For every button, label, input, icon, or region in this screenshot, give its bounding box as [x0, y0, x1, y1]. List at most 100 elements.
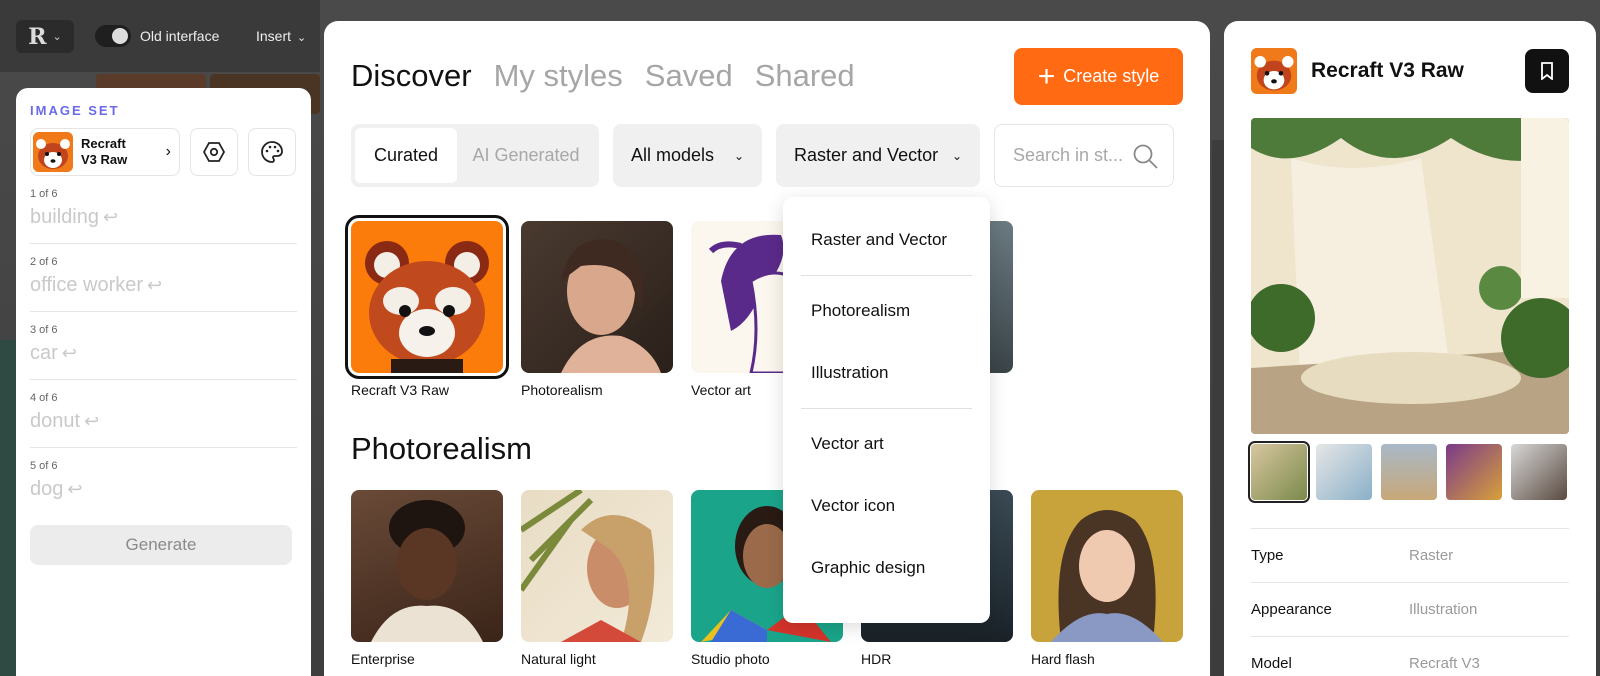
prompt-count: 4 of 6: [30, 392, 58, 404]
palette-icon: [261, 141, 283, 163]
menu-item-vector-icon[interactable]: Vector icon: [801, 475, 972, 537]
prompt-text: building: [30, 206, 99, 228]
woman-portrait-image: [521, 221, 673, 373]
style-tabs: Discover My styles Saved Shared: [351, 58, 855, 94]
chevron-down-icon: ⌄: [951, 148, 962, 163]
style-card-label: HDR: [861, 651, 892, 667]
prompt-item[interactable]: 1 of 6 building ↩: [30, 188, 297, 244]
bookmark-icon: [1541, 62, 1553, 80]
prompt-input[interactable]: dog ↩: [30, 478, 297, 515]
property-value: Raster: [1409, 547, 1454, 564]
man-portrait-image: [351, 490, 503, 642]
style-selector[interactable]: Recraft V3 Raw ›: [30, 128, 180, 176]
style-card-label: Recraft V3 Raw: [351, 382, 450, 398]
prompt-count: 1 of 6: [30, 188, 58, 200]
style-name: Recraft V3 Raw: [81, 136, 128, 167]
menu-divider: [801, 408, 972, 409]
type-dropdown[interactable]: Raster and Vector ⌄: [776, 124, 980, 187]
hexagon-settings-icon: [203, 142, 225, 162]
filter-bar: Curated AI Generated All models ⌄ Raster…: [351, 124, 1174, 187]
style-card-photorealism[interactable]: Photorealism: [521, 221, 673, 398]
property-row-model: Model Recraft V3: [1251, 636, 1569, 676]
red-panda-thumbnail: [33, 132, 73, 172]
property-key: Type: [1251, 547, 1284, 564]
tab-saved[interactable]: Saved: [645, 58, 733, 94]
insert-menu[interactable]: Insert ⌄: [256, 28, 306, 44]
prompt-text: car: [30, 342, 58, 364]
preview-thumbnail[interactable]: [1248, 441, 1310, 503]
style-search-input[interactable]: Search in st...: [994, 124, 1174, 187]
chevron-down-icon: ⌄: [733, 148, 744, 163]
models-dropdown-value: All models: [631, 145, 715, 165]
save-style-button[interactable]: [1525, 49, 1569, 93]
menu-item-vector-art[interactable]: Vector art: [801, 413, 972, 475]
create-style-label: Create style: [1063, 66, 1160, 86]
property-key: Appearance: [1251, 601, 1332, 618]
prompt-input[interactable]: office worker ↩: [30, 274, 297, 312]
style-card-natural-light[interactable]: Natural light: [521, 490, 673, 667]
property-row-type: Type Raster: [1251, 528, 1569, 582]
generate-button[interactable]: Generate: [30, 525, 292, 565]
prompt-input[interactable]: building ↩: [30, 206, 297, 244]
menu-item-graphic-design[interactable]: Graphic design: [801, 537, 972, 599]
image-set-title: IMAGE SET: [30, 103, 120, 118]
segment-ai-generated[interactable]: AI Generated: [457, 128, 595, 183]
create-style-button[interactable]: + Create style: [1014, 48, 1183, 105]
prompt-input[interactable]: donut ↩: [30, 410, 297, 448]
return-icon: ↩: [61, 343, 77, 363]
chevron-right-icon: ›: [165, 143, 171, 160]
menu-divider: [801, 275, 972, 276]
preview-thumbnail[interactable]: [1316, 444, 1372, 500]
style-card-enterprise[interactable]: Enterprise: [351, 490, 503, 667]
return-icon: ↩: [102, 207, 119, 227]
return-icon: ↩: [84, 411, 100, 431]
prompt-count: 2 of 6: [30, 256, 58, 268]
tab-shared[interactable]: Shared: [755, 58, 855, 94]
property-row-appearance: Appearance Illustration: [1251, 582, 1569, 636]
prompt-input[interactable]: car ↩: [30, 342, 297, 380]
style-detail-title: Recraft V3 Raw: [1311, 59, 1464, 82]
tab-discover[interactable]: Discover: [351, 58, 472, 94]
menu-item-photorealism[interactable]: Photorealism: [801, 280, 972, 342]
property-value: Illustration: [1409, 601, 1478, 618]
prompt-item[interactable]: 4 of 6 donut ↩: [30, 392, 297, 448]
preview-thumbnail[interactable]: [1381, 444, 1437, 500]
menu-item-illustration[interactable]: Illustration: [801, 342, 972, 404]
style-card-label: Natural light: [521, 651, 596, 667]
app-menu-button[interactable]: R ⌄: [16, 20, 74, 53]
property-key: Model: [1251, 655, 1292, 672]
style-card-hard-flash[interactable]: Hard flash: [1031, 490, 1183, 667]
prompt-item[interactable]: 2 of 6 office worker ↩: [30, 256, 297, 312]
property-value: Recraft V3: [1409, 655, 1480, 672]
style-preview-image: [1251, 118, 1569, 434]
source-segmented-control: Curated AI Generated: [351, 124, 599, 187]
chevron-down-icon: ⌄: [297, 32, 307, 44]
prompt-count: 3 of 6: [30, 324, 58, 336]
plus-icon: +: [1037, 59, 1056, 93]
preview-thumbnail[interactable]: [1446, 444, 1502, 500]
red-panda-image: [345, 215, 509, 379]
chevron-down-icon: ⌄: [52, 31, 62, 43]
palette-button[interactable]: [248, 128, 296, 176]
style-properties: Type Raster Appearance Illustration Mode…: [1251, 528, 1569, 676]
photorealism-styles-row: Enterprise Natural light Studio photo HD…: [351, 490, 1183, 667]
prompt-item[interactable]: 5 of 6 dog ↩: [30, 460, 297, 515]
search-icon: [1133, 144, 1158, 169]
style-card-recraft-v3-raw[interactable]: Recraft V3 Raw: [345, 215, 509, 398]
search-placeholder: Search in st...: [1013, 145, 1124, 165]
tab-my-styles[interactable]: My styles: [494, 58, 623, 94]
models-dropdown[interactable]: All models ⌄: [613, 124, 762, 187]
style-card-label: Enterprise: [351, 651, 415, 667]
prompt-item[interactable]: 3 of 6 car ↩: [30, 324, 297, 380]
menu-item-raster-and-vector[interactable]: Raster and Vector: [801, 209, 972, 271]
segment-curated[interactable]: Curated: [355, 128, 457, 183]
recraft-logo-icon: R: [28, 23, 47, 50]
old-interface-toggle[interactable]: [95, 25, 131, 47]
preview-thumbnail[interactable]: [1511, 444, 1567, 500]
red-panda-thumbnail: [1251, 48, 1297, 94]
old-interface-label: Old interface: [140, 28, 220, 44]
type-dropdown-value: Raster and Vector: [794, 145, 939, 165]
hard-flash-portrait-image: [1031, 490, 1183, 642]
prompt-text: office worker: [30, 274, 144, 296]
settings-button[interactable]: [190, 128, 238, 176]
